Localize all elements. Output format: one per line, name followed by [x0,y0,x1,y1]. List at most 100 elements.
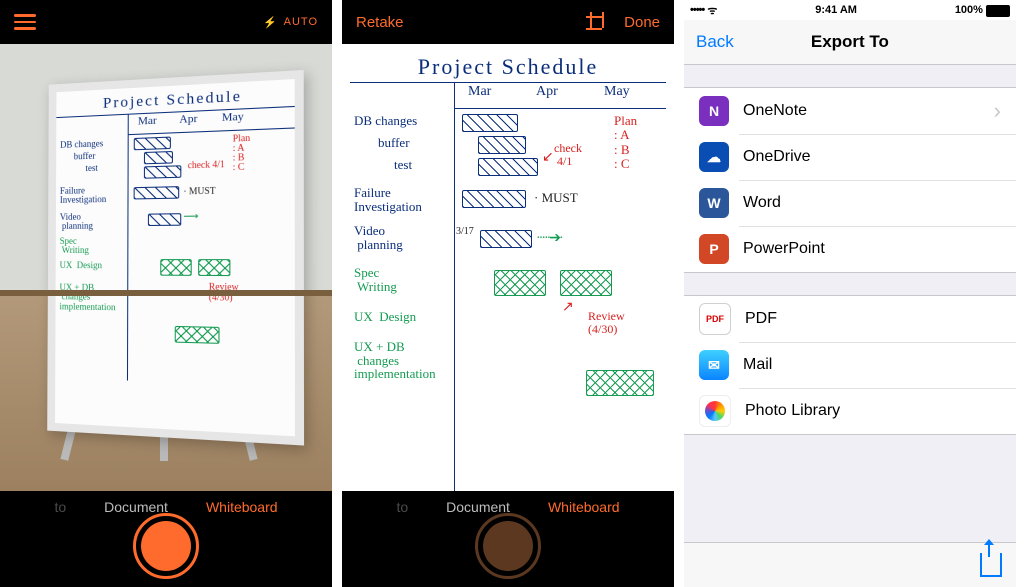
signal-icon: ••••• [690,4,704,16]
bar-test [144,165,181,178]
ann-plan: Plan : A : B : C [233,133,251,172]
camera-viewfinder: Project Schedule Mar Apr May DB changes … [0,44,332,491]
arrow-check: ↙ [542,150,554,165]
camera-bottom-bar: to Document Whiteboard [0,491,332,587]
back-button[interactable]: Back [696,32,734,52]
photos-icon [699,395,731,427]
row-spec: Spec Writing [354,266,397,293]
label: OneDrive [743,148,811,166]
toolbar [684,542,1016,587]
bar-fail [134,186,180,199]
mode-whiteboard[interactable]: Whiteboard [206,499,278,515]
bar-fail [462,190,526,208]
ann-317: 3/17 [456,226,474,237]
crop-button[interactable] [586,12,606,32]
ann-review: Review (4/30) [588,310,625,336]
menu-button[interactable] [14,14,36,30]
mode-whiteboard[interactable]: Whiteboard [548,499,620,515]
chevron-icon: › [994,98,1001,124]
ann-plan: Plan : A : B : C [614,114,637,171]
onedrive-icon: ☁ [699,142,729,172]
col-apr: Apr [536,84,558,100]
mode-hidden[interactable]: to [396,499,408,515]
row-fail: Failure Investigation [354,186,422,213]
bar-ux2 [198,259,230,276]
label: Mail [743,356,772,374]
shutter-button[interactable] [133,513,199,579]
battery-icon [986,5,1010,17]
flash-mode-label: AUTO [284,16,318,28]
label: Word [743,194,781,212]
bar-ux1 [160,259,192,276]
capture-modes[interactable]: to Document Whiteboard [342,491,674,515]
arrow-video: ⟶ [183,211,198,223]
row-video: Video planning [354,224,403,251]
row-spec: Spec Writing [60,237,89,256]
ann-check: check 4/1 [188,160,225,171]
bar-impl [586,370,654,396]
wifi-icon: ᯤ [707,3,717,18]
export-pdf[interactable]: PDF PDF [684,296,1016,342]
export-photos[interactable]: Photo Library [684,388,1016,434]
pdf-icon: PDF [699,303,731,335]
export-powerpoint[interactable]: P PowerPoint [684,226,1016,272]
label: Photo Library [745,402,840,420]
flash-toggle[interactable]: ⚡ AUTO [263,16,318,29]
export-group-apps: N OneNote › ☁ OneDrive W Word P PowerPoi… [684,87,1016,273]
nav-title: Export To [734,32,966,52]
row-fail: Failure Investigation [60,186,106,206]
preview-bottom-bar: to Document Whiteboard [342,491,674,587]
shutter-button[interactable] [475,513,541,579]
bar-db [134,137,171,151]
export-onenote[interactable]: N OneNote › [684,88,1016,134]
screen-preview: Retake Done Project Schedule Mar Apr May… [342,0,674,587]
ann-must: · MUST [534,190,578,206]
share-button[interactable] [980,553,1002,577]
retake-button[interactable]: Retake [356,14,404,31]
bar-spec2 [560,270,612,296]
bolt-icon: ⚡ [263,16,278,29]
bar-impl [175,326,220,344]
col-mar: Mar [468,84,491,100]
row-test: test [394,158,412,172]
label: PDF [745,310,777,328]
ann-check: check 4/1 [554,142,582,168]
mode-document[interactable]: Document [446,499,510,515]
powerpoint-icon: P [699,234,729,264]
mode-hidden[interactable]: to [54,499,66,515]
row-buffer: buffer [74,152,96,162]
col-may: May [604,84,630,100]
col-may: May [222,110,244,124]
preview-top-bar: Retake Done [342,0,674,44]
row-test: test [85,164,97,174]
row-video: Video planning [60,212,93,231]
export-onedrive[interactable]: ☁ OneDrive [684,134,1016,180]
export-word[interactable]: W Word [684,180,1016,226]
screen-export: ••••• ᯤ 9:41 AM 100% Back Export To N On… [684,0,1016,587]
bar-video [480,230,532,248]
arrow-video: ·····➔· [536,230,562,247]
whiteboard-in-view: Project Schedule Mar Apr May DB changes … [47,70,304,446]
capture-modes[interactable]: to Document Whiteboard [0,491,332,515]
bar-buffer [144,151,173,164]
ann-must: · MUST [183,185,215,196]
row-buffer: buffer [378,136,410,150]
bar-test [478,158,538,176]
row-uxdb: UX + DB changes implementation [59,283,115,312]
row-ux: UX Design [354,310,416,324]
done-button[interactable]: Done [624,14,660,31]
row-uxdb: UX + DB changes implementation [354,340,436,381]
status-battery: 100% [955,4,983,16]
status-bar: ••••• ᯤ 9:41 AM 100% [684,0,1016,20]
ann-review: Review (4/30) [209,282,239,303]
camera-top-bar: ⚡ AUTO [0,0,332,44]
nav-bar: Back Export To [684,20,1016,65]
bar-video [148,213,181,226]
export-mail[interactable]: ✉ Mail [684,342,1016,388]
arrow-review: ↗ [562,300,574,315]
mail-icon: ✉ [699,350,729,380]
row-db: DB changes [60,139,103,150]
row-ux: UX Design [60,261,102,271]
mode-document[interactable]: Document [104,499,168,515]
col-apr: Apr [179,113,197,126]
